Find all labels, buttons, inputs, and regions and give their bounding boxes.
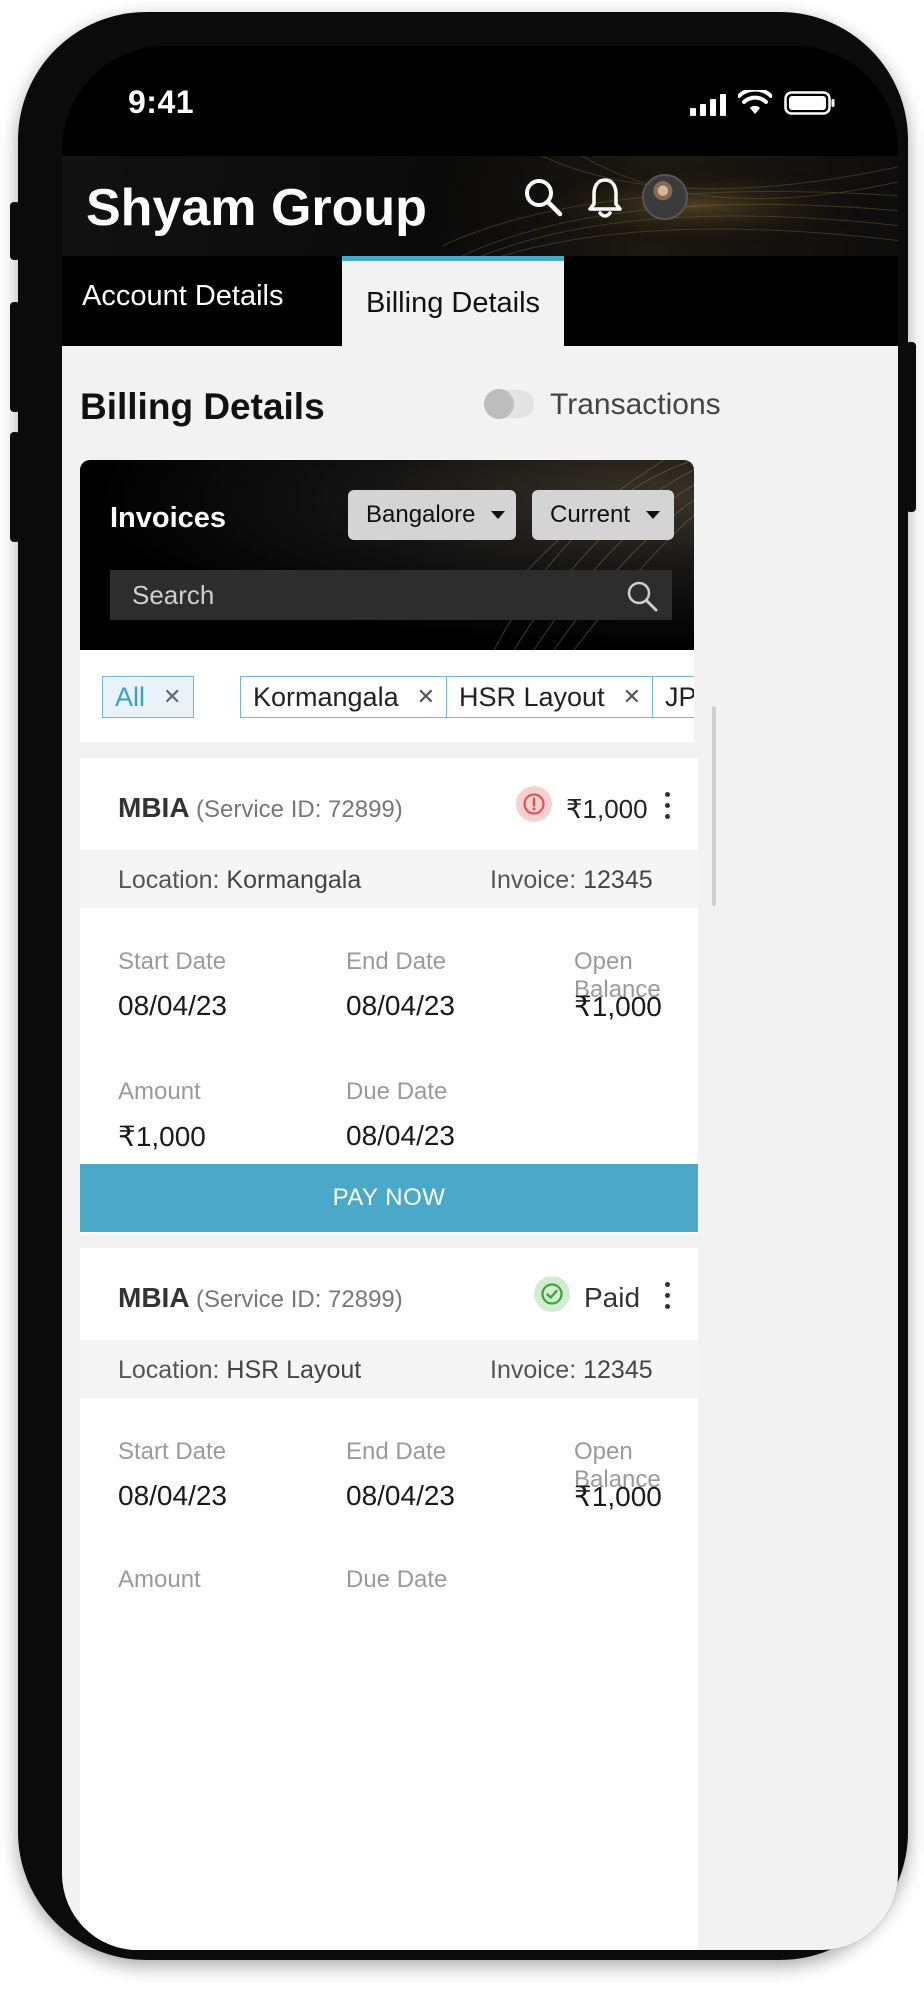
transactions-toggle[interactable] [484, 389, 534, 419]
app-title: Shyam Group [86, 179, 427, 237]
bill-location: Location: Kormangala [118, 866, 361, 895]
more-options-icon[interactable] [658, 790, 678, 822]
bill-invoice: Invoice: 12345 [490, 1356, 653, 1385]
amount-label: Amount [118, 1566, 201, 1593]
filter-chip-hsr-layout[interactable]: HSR Layout ✕ [446, 676, 655, 718]
phone-frame: 9:41 Shyam Group Account Details Billing… [10, 12, 916, 1960]
app-header: Shyam Group [62, 156, 898, 256]
amount-label: Amount [118, 1078, 201, 1105]
volume-up-button [10, 302, 20, 412]
bill-header: MBIA (Service ID: 72899) Paid [80, 1248, 698, 1340]
signal-icon [690, 94, 726, 116]
pay-now-button[interactable]: PAY NOW [80, 1164, 698, 1232]
chip-label: JP Na [665, 681, 694, 712]
invoices-label: Invoices [110, 502, 227, 534]
due-date-value: 08/04/23 [346, 1120, 455, 1151]
silent-switch [10, 202, 20, 260]
chevron-down-icon [491, 511, 506, 519]
main-content: Billing Details Transactions Invoices Ba… [62, 346, 898, 1950]
chevron-down-icon [646, 511, 661, 519]
filter-chip-all[interactable]: All ✕ [102, 676, 195, 718]
card-texture [494, 460, 694, 650]
invoice-value: 12345 [583, 1356, 653, 1384]
invoice-label: Invoice: [490, 1356, 577, 1384]
bill-name: MBIA [118, 1282, 190, 1313]
start-date-label: Start Date [118, 948, 227, 975]
location-dropdown[interactable]: Bangalore [348, 490, 516, 540]
status-icons [690, 90, 836, 116]
close-icon[interactable]: ✕ [623, 684, 641, 710]
bill-meta: Location: HSR Layout Invoice: 12345 [80, 1340, 698, 1398]
chip-label: Kormangala [253, 681, 399, 712]
transactions-toggle-label: Transactions [550, 388, 721, 421]
location-label: Location: [118, 1356, 220, 1384]
end-date-value: 08/04/23 [346, 990, 455, 1021]
bell-icon[interactable] [586, 176, 624, 220]
battery-icon [784, 91, 835, 115]
scrollbar[interactable] [712, 706, 716, 906]
location-value: Kormangala [226, 866, 362, 894]
tab-bar: Account Details Billing Details [62, 256, 898, 346]
bill-card: MBIA (Service ID: 72899) Paid Location: … [80, 1248, 698, 1950]
start-date-value: 08/04/23 [118, 990, 227, 1021]
chip-label: HSR Layout [459, 681, 605, 712]
alert-icon [516, 786, 552, 822]
due-date-label: Due Date [346, 1566, 448, 1593]
more-options-icon[interactable] [658, 1280, 678, 1312]
due-date-label: Due Date [346, 1078, 448, 1105]
close-icon[interactable]: ✕ [417, 684, 435, 710]
status-time: 9:41 [128, 84, 195, 120]
bill-name: MBIA [118, 792, 190, 823]
filter-chip-jp-nagar[interactable]: JP Na [652, 676, 694, 718]
bill-card: MBIA (Service ID: 72899) ₹1,000 Location… [80, 758, 698, 1234]
power-button [906, 342, 916, 512]
amount-value: ₹1,000 [118, 1121, 206, 1152]
invoice-label: Invoice: [490, 866, 577, 894]
start-date-value: 08/04/23 [118, 1480, 227, 1511]
page-title: Billing Details [80, 386, 325, 427]
period-dropdown[interactable]: Current [532, 490, 674, 540]
status-amount: ₹1,000 [566, 794, 648, 824]
open-balance-value: ₹1,000 [574, 991, 662, 1022]
service-id: (Service ID: 72899) [196, 796, 403, 823]
check-circle-icon [534, 1276, 570, 1312]
period-dropdown-value: Current [550, 501, 631, 528]
search-icon[interactable] [522, 176, 564, 218]
bill-meta: Location: Kormangala Invoice: 12345 [80, 850, 698, 908]
start-date-label: Start Date [118, 1438, 227, 1465]
end-date-label: End Date [346, 1438, 447, 1465]
volume-down-button [10, 432, 20, 542]
service-id: (Service ID: 72899) [196, 1286, 403, 1313]
tab-account-details[interactable]: Account Details [82, 280, 284, 313]
search-icon[interactable] [626, 580, 658, 612]
invoice-search-input[interactable] [110, 570, 610, 620]
avatar[interactable] [642, 174, 688, 220]
end-date-label: End Date [346, 948, 447, 975]
filter-chips: All ✕ Kormangala ✕ HSR Layout ✕ JP Na [80, 650, 694, 742]
phone-screen: 9:41 Shyam Group Account Details Billing… [62, 46, 898, 1950]
open-balance-value: ₹1,000 [574, 1481, 662, 1512]
invoices-filter-card: Invoices Bangalore Current [80, 460, 694, 650]
close-icon[interactable]: ✕ [163, 684, 181, 710]
chip-label: All [115, 681, 146, 712]
bill-invoice: Invoice: 12345 [490, 866, 653, 895]
toggle-knob [484, 389, 514, 419]
end-date-value: 08/04/23 [346, 1480, 455, 1511]
bill-header: MBIA (Service ID: 72899) ₹1,000 [80, 758, 698, 850]
status-bar: 9:41 [62, 46, 898, 156]
location-value: HSR Layout [226, 1356, 362, 1384]
invoice-search [110, 570, 672, 620]
bill-location: Location: HSR Layout [118, 1356, 361, 1385]
filter-chip-kormangala[interactable]: Kormangala ✕ [240, 676, 449, 718]
tab-billing-details[interactable]: Billing Details [342, 256, 564, 346]
status-paid: Paid [584, 1282, 641, 1313]
wifi-icon [738, 90, 772, 114]
invoice-value: 12345 [583, 866, 653, 894]
location-dropdown-value: Bangalore [366, 501, 476, 528]
location-label: Location: [118, 866, 220, 894]
